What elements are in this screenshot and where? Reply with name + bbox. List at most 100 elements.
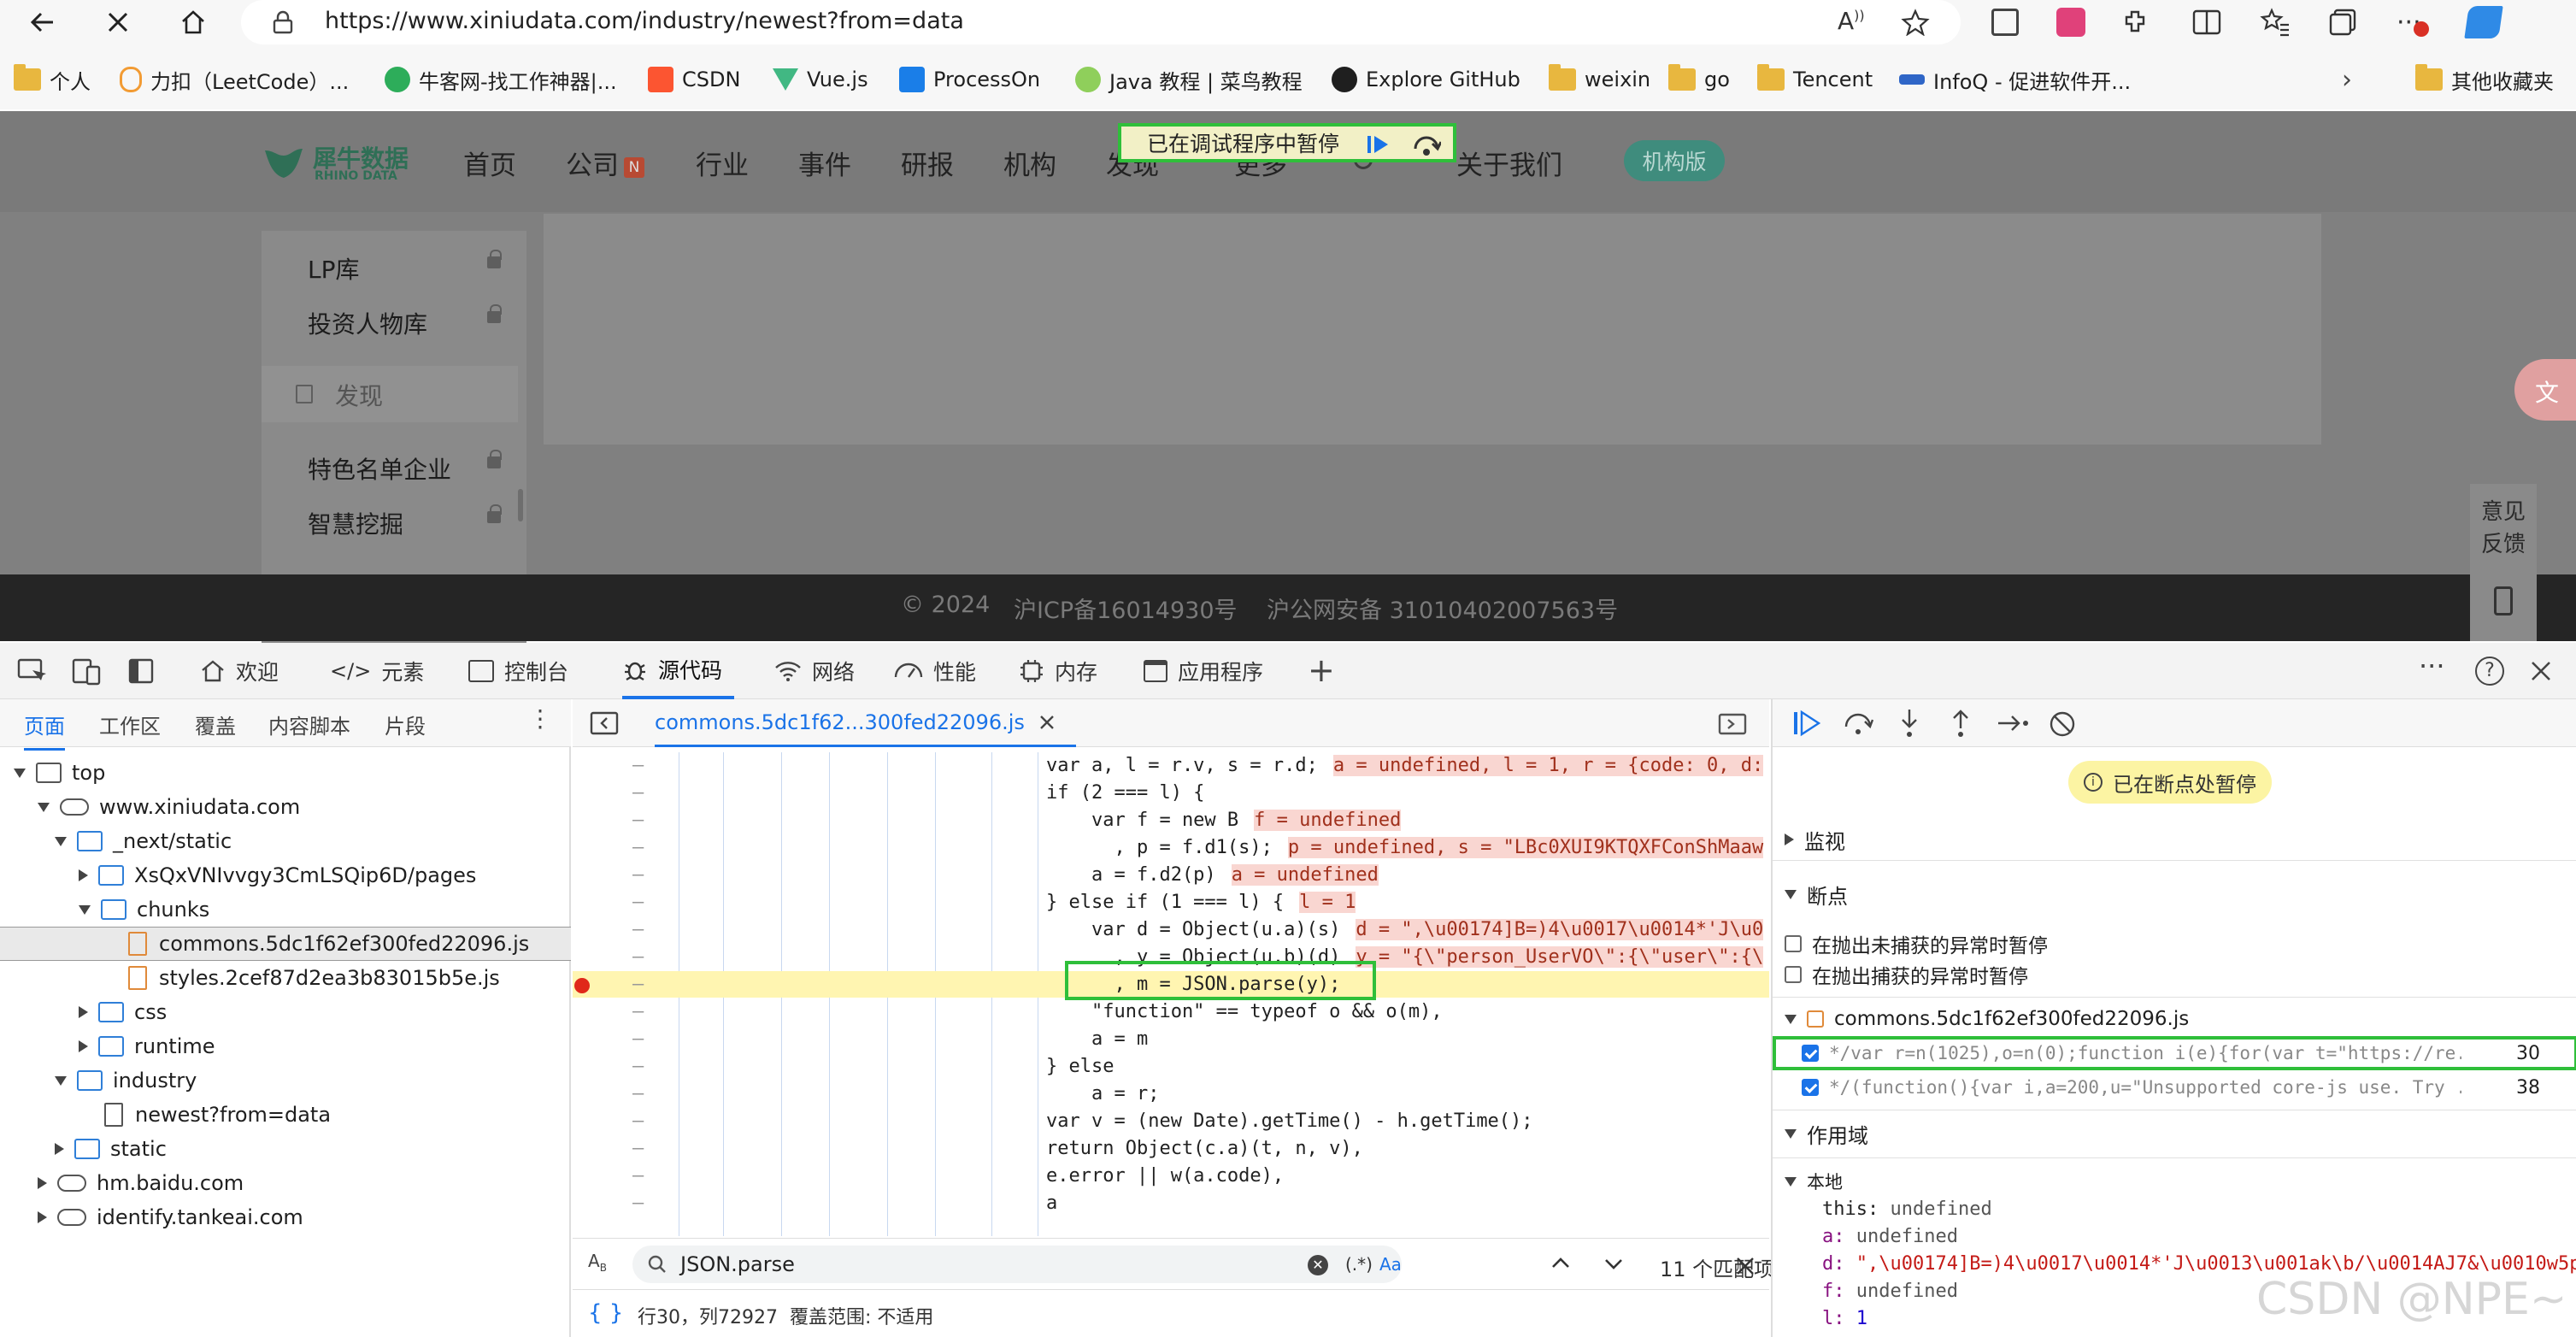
section-breakpoints[interactable]: 断点 [1773,877,2576,911]
org-version-button[interactable]: 机构版 [1624,140,1725,181]
code-line[interactable]: – , p = f.d1(s); p = undefined, s = "LBc0… [573,834,1769,861]
line-gutter[interactable]: – [632,780,644,806]
line-gutter[interactable]: – [632,862,644,888]
bookmark-github[interactable]: Explore GitHub [1332,60,1520,99]
bookmark-runoob[interactable]: Java 教程 | 菜鸟教程 [1075,60,1303,99]
case-sensitive-toggle[interactable]: Aa [1379,1246,1402,1283]
line-gutter[interactable]: – [632,944,644,970]
other-bookmarks[interactable]: 其他收藏夹 [2415,60,2554,99]
search-input[interactable]: JSON.parse ✕ (.*) Aa [632,1246,1402,1283]
tree-item-folder[interactable]: runtime [0,1029,571,1063]
bookmark-tencent[interactable]: Tencent [1757,60,1873,99]
tree-item-folder[interactable]: css [0,995,571,1029]
tree-item-domain[interactable]: identify.tankeai.com [0,1200,571,1234]
nav-reports[interactable]: 研报 [901,144,954,182]
checkbox[interactable] [1785,935,1802,952]
close-icon[interactable] [1735,1256,1756,1276]
bookmark-leetcode[interactable]: 力扣（LeetCode）... [120,60,349,99]
tree-item-domain[interactable]: www.xiniudata.com [0,790,571,824]
code-line[interactable]: – if (2 === l) { [573,780,1769,806]
tab-elements[interactable]: </> 元素 [330,643,424,699]
line-gutter[interactable]: – [632,807,644,833]
clear-search-icon[interactable]: ✕ [1308,1255,1328,1275]
checkbox[interactable] [1802,1079,1819,1096]
add-tab-icon[interactable]: + [1308,651,1335,689]
code-line[interactable]: – return Object(c.a)(t, n, v), [573,1135,1769,1162]
copilot-icon[interactable] [2464,6,2503,38]
tree-item-domain[interactable]: hm.baidu.com [0,1166,571,1200]
chevron-down-icon[interactable] [1603,1257,1624,1271]
tab-page[interactable]: 页面 [24,710,65,751]
code-line[interactable]: – var a, l = r.v, s = r.d; a = undefined, … [573,752,1769,779]
close-icon[interactable] [1038,714,1056,731]
site-logo[interactable]: 犀牛数据 RHINO DATA [263,140,409,185]
scope-local[interactable]: 本地 [1773,1164,2576,1199]
bookmark-processon[interactable]: ProcessOn [899,60,1040,99]
tree-item-file[interactable]: newest?from=data [0,1098,571,1132]
line-gutter[interactable]: – [632,971,644,998]
code-line[interactable]: –} else if (1 === l) {l = 1 [573,889,1769,916]
tab-snippets[interactable]: 片段 [385,710,426,739]
step-into-icon[interactable] [1897,708,1921,739]
tab-console[interactable]: 控制台 [468,643,568,699]
checkbox[interactable] [1802,1045,1819,1062]
code-line[interactable]: – "function" == typeof o && o(m), [573,998,1769,1025]
line-gutter[interactable]: – [632,1053,644,1080]
breakpoint-item[interactable]: */var r=n(1025),o=n(0);function i(e){for… [1773,1036,2576,1070]
line-gutter[interactable]: – [632,752,644,779]
code-line[interactable]: – var d = Object(u.a)(s) d = ",\u00174]B=… [573,916,1769,943]
tab-performance[interactable]: 性能 [894,643,976,699]
tab-network[interactable]: 网络 [774,643,855,699]
dock-side-icon[interactable] [128,658,154,684]
scope-var[interactable]: this: undefined [1773,1199,2576,1226]
tab-memory[interactable]: 内存 [1019,643,1097,699]
code-line[interactable]: – a = m [573,1026,1769,1052]
line-gutter[interactable]: – [632,1190,644,1216]
help-icon[interactable]: ? [2475,657,2504,686]
menu-investor-library[interactable]: 投资人物库 [308,306,427,340]
resume-icon[interactable] [1366,133,1391,156]
tab-sources[interactable]: 源代码 [622,643,735,699]
code-line[interactable]: – a = r; [573,1081,1769,1107]
more-options-icon[interactable]: ··· [2419,650,2445,682]
bookmark-folder[interactable]: 个人 [14,60,91,99]
tab-application[interactable]: 应用程序 [1144,643,1263,699]
breakpoint-item[interactable]: */(function(){var i,a=200,u="Unsupported… [1773,1070,2576,1104]
line-gutter[interactable]: – [632,916,644,943]
nav-industry[interactable]: 行业 [696,144,749,182]
more-menu-icon[interactable]: ··· [2395,8,2429,38]
tab-welcome[interactable]: 欢迎 [200,643,279,699]
read-aloud-icon[interactable]: A)) [1838,7,1865,35]
step-over-icon[interactable] [1412,132,1441,157]
close-icon[interactable] [2530,660,2552,682]
chevron-up-icon[interactable] [1550,1256,1571,1269]
line-gutter[interactable]: – [632,1163,644,1189]
pause-caught-checkbox[interactable]: 在抛出捕获的异常时暂停 [1773,957,2576,992]
tab-overrides[interactable]: 覆盖 [195,710,236,739]
code-line[interactable]: – e.error || w(a.code), [573,1163,1769,1189]
toggle-debugger-icon[interactable] [1718,713,1747,735]
menu-lp-library[interactable]: LP库 [308,251,360,286]
match-case-toggle-icon[interactable]: AB [588,1251,607,1274]
checkbox[interactable] [1785,966,1802,983]
line-gutter[interactable]: – [632,1135,644,1162]
pause-uncaught-checkbox[interactable]: 在抛出未捕获的异常时暂停 [1773,927,2576,961]
code-line[interactable]: – a [573,1190,1769,1216]
bookmark-infoq[interactable]: InfoQ - 促进软件开... [1899,60,2131,99]
tree-item-top[interactable]: top [0,756,571,790]
menu-scrollbar[interactable] [518,489,523,521]
section-scope[interactable]: 作用域 [1773,1116,2576,1151]
nav-about[interactable]: 关于我们 [1456,144,1562,182]
menu-discover-section[interactable]: 发现 [262,366,518,422]
scope-var[interactable]: a: undefined [1773,1226,2576,1253]
nav-institutions[interactable]: 机构 [1003,144,1056,182]
breakpoint-marker-icon[interactable] [574,978,590,993]
feedback-widget[interactable]: 意见 反馈 [2470,484,2537,641]
bookmark-nowcoder[interactable]: 牛客网-找工作神器|... [385,60,617,99]
code-line[interactable]: –} else [573,1053,1769,1080]
collections-icon[interactable] [2328,8,2357,37]
step-over-icon[interactable] [1843,710,1873,737]
code-line[interactable]: – var f = new B f = undefined [573,807,1769,833]
translate-ext-icon[interactable] [2056,8,2085,37]
breakpoint-file-group[interactable]: commons.5dc1f62ef300fed22096.js [1773,1002,2576,1036]
